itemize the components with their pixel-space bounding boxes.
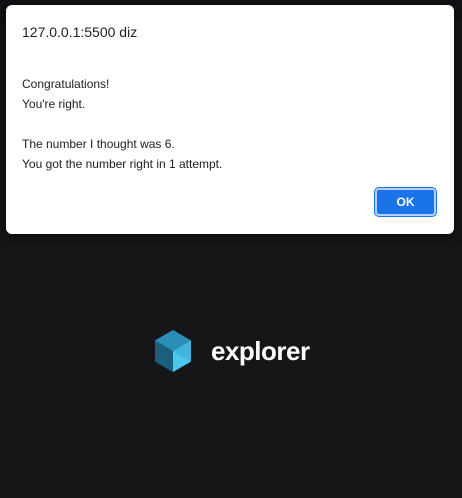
message-line: The number I thought was 6. bbox=[22, 137, 175, 151]
message-line: Congratulations! bbox=[22, 77, 110, 91]
dialog-message: Congratulations! You're right. The numbe… bbox=[22, 74, 222, 174]
brand-name: explorer bbox=[211, 335, 310, 366]
page: 127.0.0.1:5500 diz Congratulations! You'… bbox=[0, 0, 462, 498]
brand: explorer bbox=[153, 329, 310, 373]
explorer-logo-icon bbox=[155, 330, 191, 372]
message-spacer bbox=[22, 114, 222, 134]
alert-dialog: 127.0.0.1:5500 diz Congratulations! You'… bbox=[6, 5, 454, 234]
ok-button[interactable]: OK bbox=[374, 187, 437, 217]
message-line: You're right. bbox=[22, 97, 86, 111]
dialog-title: 127.0.0.1:5500 diz bbox=[22, 24, 138, 40]
message-line: You got the number right in 1 attempt. bbox=[22, 157, 223, 171]
